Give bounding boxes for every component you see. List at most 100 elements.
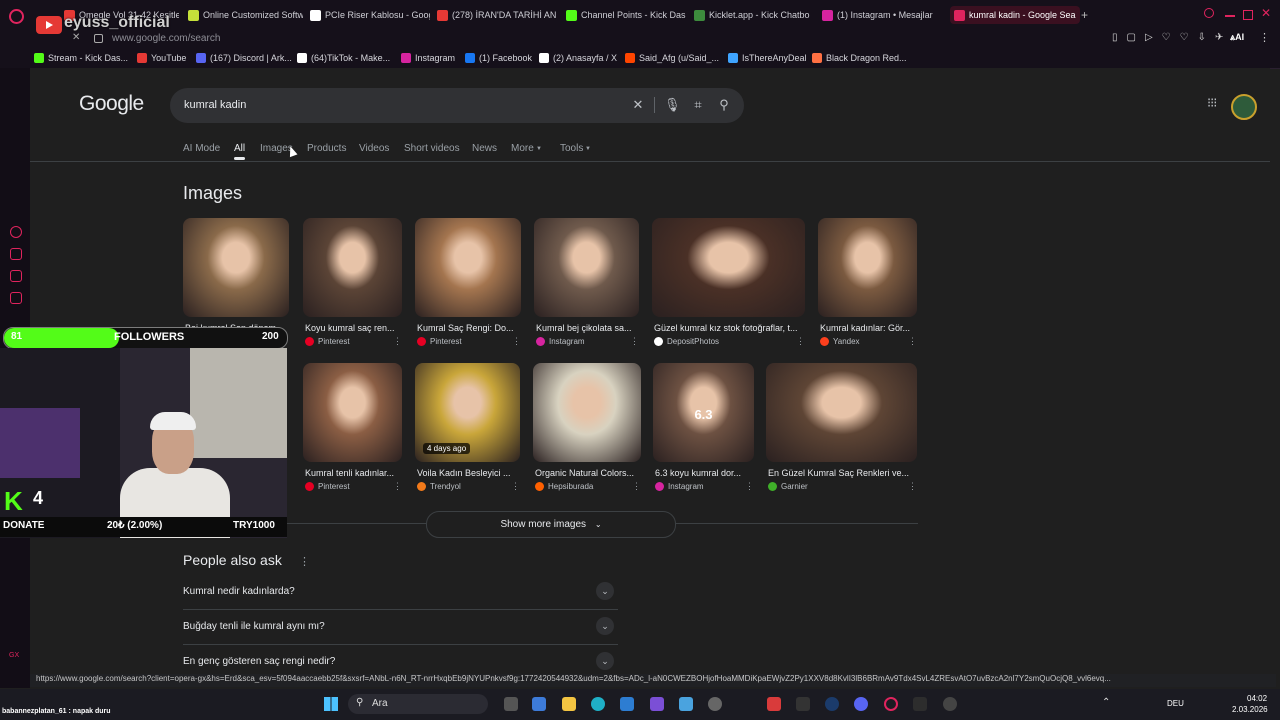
more-options-icon[interactable]: ⋮ bbox=[908, 481, 917, 492]
address-url[interactable]: www.google.com/search bbox=[112, 33, 220, 44]
obs-icon[interactable] bbox=[943, 697, 957, 711]
image-result[interactable] bbox=[183, 218, 289, 317]
bookmark-item[interactable]: Said_Afg (u/Said_... bbox=[625, 53, 719, 63]
image-caption[interactable]: En Güzel Kumral Saç Renkleri ve... bbox=[768, 468, 917, 478]
bookmark-item[interactable]: (1) Facebook bbox=[465, 53, 532, 63]
image-source[interactable]: Hepsiburada bbox=[535, 482, 593, 491]
tab-tools[interactable]: Tools bbox=[560, 143, 583, 154]
search-input[interactable]: kumral kadin bbox=[184, 99, 246, 111]
photos-icon[interactable] bbox=[679, 697, 693, 711]
paa-question[interactable]: Buğday tenli ile kumral aynı mı? ⌄ bbox=[183, 610, 618, 645]
chevron-down-icon[interactable]: ⌄ bbox=[596, 617, 614, 635]
image-source[interactable]: Garnier bbox=[768, 482, 808, 491]
image-result[interactable] bbox=[818, 218, 917, 317]
opera-gx-icon[interactable] bbox=[884, 697, 898, 711]
image-result[interactable] bbox=[303, 218, 402, 317]
image-result[interactable] bbox=[303, 363, 402, 462]
address-bar[interactable]: ✕ www.google.com/search ▯▢▷♡♡⇩✈ ⩓AI ⋮ bbox=[0, 30, 1280, 50]
image-caption[interactable]: Organic Natural Colors... bbox=[535, 468, 641, 478]
tab[interactable]: (1) Instagram • Mesajlar bbox=[822, 6, 942, 24]
image-caption[interactable]: Kumral bej çikolata sa... bbox=[536, 323, 639, 333]
close-window-button[interactable]: ✕ bbox=[1261, 6, 1271, 20]
microphone-icon[interactable]: 🎙 bbox=[664, 97, 681, 113]
tab[interactable]: Kicklet.app - Kick Chatbo bbox=[694, 6, 814, 24]
image-result[interactable] bbox=[534, 218, 639, 317]
file-explorer-icon[interactable] bbox=[562, 697, 576, 711]
bookmark-item[interactable]: Black Dragon Red... bbox=[812, 53, 907, 63]
bookmark-item[interactable]: IsThereAnyDeal bbox=[728, 53, 807, 63]
bookmark-item[interactable]: YouTube bbox=[137, 53, 186, 63]
tab[interactable]: Channel Points - Kick Das bbox=[566, 6, 686, 24]
chevron-down-icon[interactable]: ⌄ bbox=[596, 582, 614, 600]
clear-icon[interactable]: ✕ bbox=[630, 97, 646, 113]
more-options-icon[interactable]: ⋮ bbox=[796, 336, 805, 347]
widgets-icon[interactable] bbox=[532, 697, 546, 711]
more-options-icon[interactable]: ⋮ bbox=[908, 336, 917, 347]
chevron-down-icon[interactable]: ⌄ bbox=[596, 652, 614, 670]
ai-button[interactable]: ⩓AI bbox=[1230, 32, 1244, 43]
image-source[interactable]: Pinterest bbox=[417, 337, 462, 346]
tab-all[interactable]: All bbox=[234, 143, 246, 160]
image-caption[interactable]: Kumral tenli kadınlar... bbox=[305, 468, 402, 478]
close-icon[interactable]: ✕ bbox=[72, 32, 80, 43]
clock-time[interactable]: 04:02 bbox=[1247, 694, 1267, 703]
avatar[interactable] bbox=[1231, 94, 1257, 120]
apps-grid-icon[interactable]: ⁝⁝⁝ bbox=[1207, 96, 1217, 109]
image-result[interactable] bbox=[533, 363, 641, 462]
image-source[interactable]: Pinterest bbox=[305, 337, 350, 346]
image-caption[interactable]: Voila Kadın Besleyici ... bbox=[417, 468, 520, 478]
camera-search-icon[interactable]: ⌗ bbox=[690, 97, 706, 113]
image-caption[interactable]: Güzel kumral kız stok fotoğraflar, t... bbox=[654, 323, 805, 333]
search-tabs-icon[interactable] bbox=[1204, 8, 1214, 18]
sidebar-gx-icon[interactable] bbox=[10, 226, 22, 238]
opera-logo-icon[interactable] bbox=[9, 9, 24, 24]
more-options-icon[interactable]: ⋮ bbox=[393, 481, 402, 492]
image-result[interactable] bbox=[766, 363, 917, 462]
paa-menu-icon[interactable]: ⋮ bbox=[299, 555, 310, 568]
image-source[interactable]: DepositPhotos bbox=[654, 337, 719, 346]
edge-icon[interactable] bbox=[591, 697, 605, 711]
more-options-icon[interactable]: ⋮ bbox=[393, 336, 402, 347]
paa-question[interactable]: Kumral nedir kadınlarda? ⌄ bbox=[183, 575, 618, 610]
tab-videos[interactable]: Videos bbox=[359, 143, 389, 154]
chevron-up-icon[interactable]: ⌃ bbox=[1102, 697, 1110, 708]
image-caption[interactable]: 6.3 koyu kumral dor... bbox=[655, 468, 754, 478]
tab-news[interactable]: News bbox=[472, 143, 497, 154]
tab-more[interactable]: More bbox=[511, 143, 534, 154]
show-more-images-button[interactable]: Show more images ⌄ bbox=[426, 511, 676, 538]
more-options-icon[interactable]: ⋮ bbox=[632, 481, 641, 492]
image-caption[interactable]: Koyu kumral saç ren... bbox=[305, 323, 402, 333]
tab-ai-mode[interactable]: AI Mode bbox=[183, 143, 220, 154]
image-source[interactable]: Instagram bbox=[536, 337, 585, 346]
new-tab-button[interactable]: + bbox=[1081, 8, 1088, 22]
tab[interactable]: PCIe Riser Kablosu - Goog bbox=[310, 6, 430, 24]
taskbar-search[interactable]: ⚲ Ara bbox=[348, 694, 488, 714]
menu-icon[interactable]: ⋮ bbox=[1259, 31, 1270, 44]
image-caption[interactable]: Kumral kadınlar: Gör... bbox=[820, 323, 917, 333]
more-options-icon[interactable]: ⋮ bbox=[511, 481, 520, 492]
terminal-icon[interactable] bbox=[913, 697, 927, 711]
bookmark-item[interactable]: Instagram bbox=[401, 53, 455, 63]
more-options-icon[interactable]: ⋮ bbox=[512, 336, 521, 347]
maximize-button[interactable] bbox=[1243, 10, 1253, 20]
image-source[interactable]: Pinterest bbox=[305, 482, 350, 491]
sidebar-music-icon[interactable] bbox=[10, 292, 22, 304]
bookmark-item[interactable]: (167) Discord | Ark... bbox=[196, 53, 292, 63]
more-options-icon[interactable]: ⋮ bbox=[745, 481, 754, 492]
windows-start-icon[interactable] bbox=[324, 697, 338, 711]
lang-indicator[interactable]: DEU bbox=[1167, 699, 1184, 708]
tab[interactable]: Online Customized Softw bbox=[188, 6, 303, 24]
bookmark-item[interactable]: (64)TikTok - Make... bbox=[297, 53, 390, 63]
image-result[interactable]: 6.3 bbox=[653, 363, 754, 462]
tab[interactable]: kumral kadin - Google Sea bbox=[950, 6, 1080, 24]
epic-games-icon[interactable] bbox=[796, 697, 810, 711]
bookmark-item[interactable]: (2) Anasayfa / X bbox=[539, 53, 617, 63]
image-caption[interactable]: Kumral Saç Rengi: Do... bbox=[417, 323, 521, 333]
task-view-icon[interactable] bbox=[504, 697, 518, 711]
clock-date[interactable]: 2.03.2026 bbox=[1232, 705, 1268, 714]
search-box[interactable]: kumral kadin ✕ 🎙 ⌗ ⚲ bbox=[170, 88, 744, 123]
sidebar-bag-icon[interactable] bbox=[10, 248, 22, 260]
store-icon[interactable] bbox=[620, 697, 634, 711]
search-icon[interactable]: ⚲ bbox=[716, 97, 732, 113]
google-logo[interactable]: Google bbox=[79, 92, 144, 116]
